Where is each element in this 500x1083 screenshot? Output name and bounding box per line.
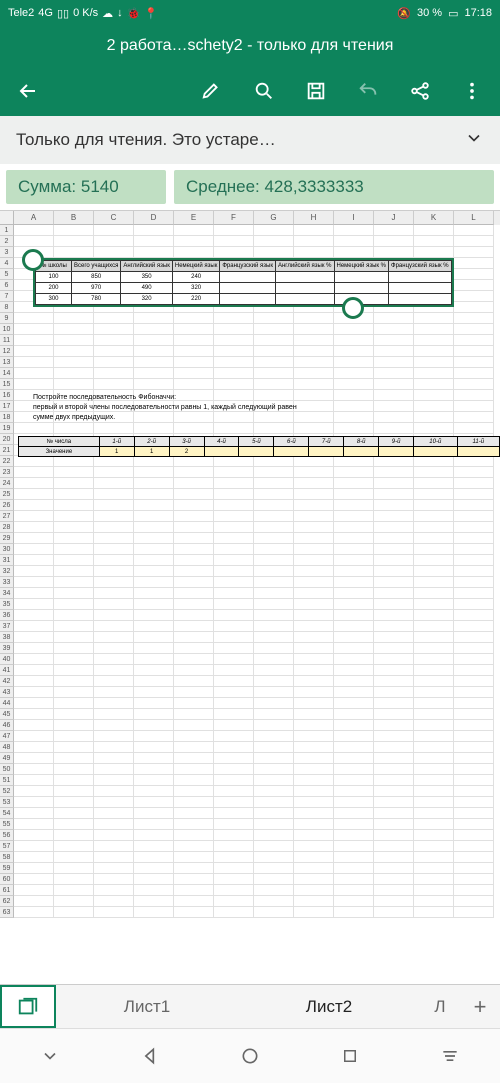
avg-stat[interactable]: Среднее: 428,3333333 — [174, 170, 494, 204]
nav-menu-icon[interactable] — [436, 1042, 464, 1070]
schools-table[interactable]: № школыВсего учащихсяАнглийский языкНеме… — [33, 258, 454, 307]
carrier: Tele2 — [8, 7, 34, 19]
spreadsheet[interactable]: ABCDEFGHIJKL 123456789101112131415161718… — [0, 210, 500, 934]
bug-icon: 🐞 — [127, 7, 141, 20]
tab-sheet2[interactable]: Лист2 — [238, 987, 420, 1027]
cell-grid[interactable] — [14, 225, 500, 934]
document-title: 2 работа…schety2 - только для чтения — [107, 37, 394, 55]
back-button[interactable] — [12, 75, 44, 107]
signal-icon: ▯▯ — [57, 7, 69, 20]
sheet-tabs: Лист1 Лист2 Л + — [0, 984, 500, 1028]
more-icon[interactable] — [456, 75, 488, 107]
fibonacci-table[interactable]: № числа1-й2-й3-й4-й5-й6-й7-й8-й9-й10-й11… — [18, 436, 500, 457]
banner-text: Только для чтения. Это устаре… — [16, 130, 276, 150]
mute-icon: 🔕 — [397, 7, 411, 20]
nav-back-button[interactable] — [136, 1042, 164, 1070]
cloud-icon: ☁ — [102, 7, 113, 20]
tab-sheet1[interactable]: Лист1 — [56, 987, 238, 1027]
battery-icon: ▭ — [448, 7, 458, 20]
clock: 17:18 — [464, 7, 492, 19]
download-icon: ↓ — [117, 7, 123, 19]
add-sheet-button[interactable]: + — [460, 994, 500, 1020]
title-bar: 2 работа…schety2 - только для чтения — [0, 26, 500, 66]
tab-sheet3[interactable]: Л — [420, 987, 460, 1027]
stats-bar: Сумма: 5140 Среднее: 428,3333333 — [0, 164, 500, 210]
selection-handle-top-left[interactable] — [22, 249, 44, 271]
toolbar — [0, 66, 500, 116]
share-icon[interactable] — [404, 75, 436, 107]
nav-recent-button[interactable] — [336, 1042, 364, 1070]
battery-pct: 30 % — [417, 7, 442, 19]
chevron-down-icon — [464, 128, 484, 153]
selection-handle-bottom-right[interactable] — [342, 297, 364, 319]
fibonacci-instruction: Постройте последовательность Фибоначчи: … — [33, 393, 297, 423]
speed: 0 K/s — [73, 7, 98, 19]
status-bar: Tele2 4G ▯▯ 0 K/s ☁ ↓ 🐞 📍 🔕 30 % ▭ 17:18 — [0, 0, 500, 26]
undo-icon[interactable] — [352, 75, 384, 107]
network-type: 4G — [38, 7, 53, 19]
sheets-overview-button[interactable] — [0, 985, 56, 1028]
search-icon[interactable] — [248, 75, 280, 107]
row-headers[interactable]: 1234567891011121314151617181920212223242… — [0, 225, 14, 918]
edit-icon[interactable] — [196, 75, 228, 107]
sum-stat[interactable]: Сумма: 5140 — [6, 170, 166, 204]
system-nav-bar — [0, 1028, 500, 1083]
readonly-banner[interactable]: Только для чтения. Это устаре… — [0, 116, 500, 164]
column-headers[interactable]: ABCDEFGHIJKL — [14, 211, 500, 225]
save-icon[interactable] — [300, 75, 332, 107]
nav-dropdown-icon[interactable] — [36, 1042, 64, 1070]
nav-home-button[interactable] — [236, 1042, 264, 1070]
location-icon: 📍 — [144, 7, 158, 20]
select-all-corner[interactable] — [0, 211, 14, 225]
